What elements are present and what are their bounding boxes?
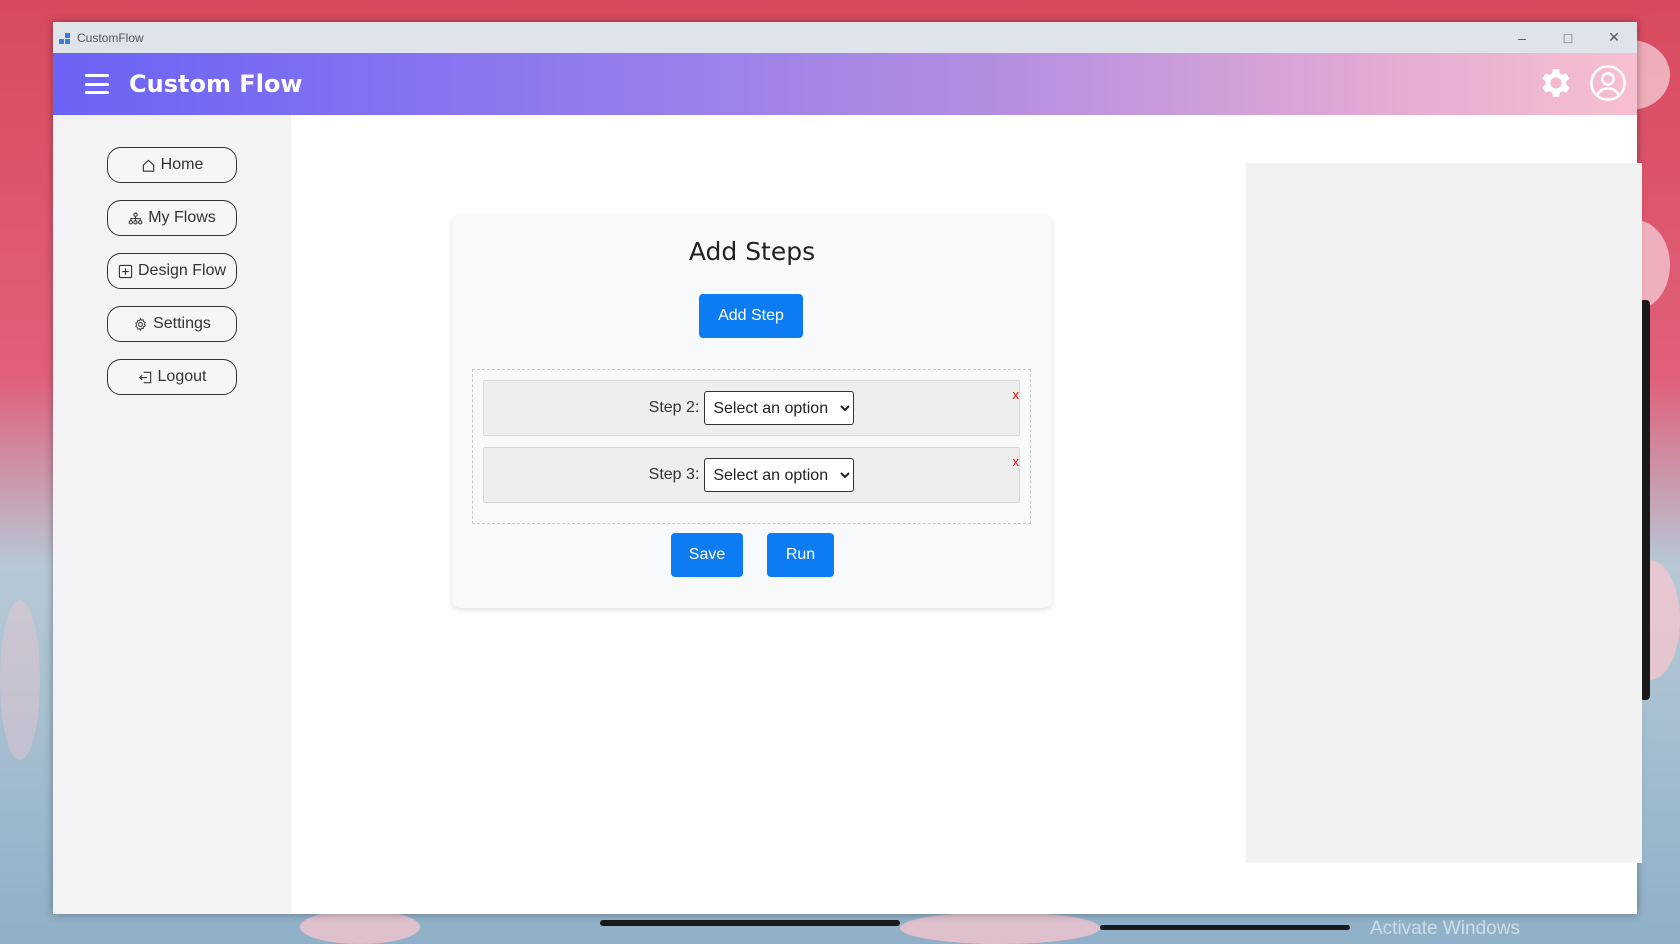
app-logo-icon xyxy=(59,32,71,44)
app-header: Custom Flow xyxy=(53,53,1637,115)
sidebar: Home My Flows Design Flow Settings Logou… xyxy=(53,115,291,914)
sidebar-item-home[interactable]: Home xyxy=(107,147,237,183)
preview-panel xyxy=(1246,163,1642,863)
home-icon xyxy=(142,159,154,172)
gear-icon xyxy=(135,316,146,332)
account-icon[interactable] xyxy=(1589,64,1627,102)
step-row: Step 2: Select an option x xyxy=(483,380,1020,436)
close-icon[interactable]: ✕ xyxy=(1591,22,1637,53)
step-row: Step 3: Select an option x xyxy=(483,447,1020,503)
maximize-icon[interactable]: □ xyxy=(1545,22,1591,53)
window-title: CustomFlow xyxy=(77,30,144,45)
card-title: Add Steps xyxy=(688,237,816,266)
sidebar-item-logout[interactable]: Logout xyxy=(107,359,237,395)
add-steps-card: Add Steps Add Step Step 2: Select an opt… xyxy=(452,215,1052,608)
step-select[interactable]: Select an option xyxy=(704,391,855,425)
app-title: Custom Flow xyxy=(129,70,303,98)
sidebar-item-label: Settings xyxy=(153,315,211,332)
remove-step-button[interactable]: x xyxy=(1013,387,1020,402)
sidebar-item-label: My Flows xyxy=(148,209,216,226)
step-label: Step 3: xyxy=(648,466,700,483)
settings-icon[interactable] xyxy=(1537,64,1575,102)
step-label: Step 2: xyxy=(648,399,700,416)
minimize-icon[interactable]: – xyxy=(1499,22,1545,53)
app-window: CustomFlow – □ ✕ Custom Flow Home My Flo… xyxy=(53,22,1642,914)
flows-icon xyxy=(128,212,143,224)
activate-windows-watermark: Activate Windows xyxy=(1370,918,1520,939)
remove-step-button[interactable]: x xyxy=(1013,454,1020,469)
hamburger-menu-icon[interactable] xyxy=(85,74,109,94)
sidebar-item-label: Design Flow xyxy=(137,262,227,279)
save-button[interactable]: Save xyxy=(671,533,743,577)
step-select[interactable]: Select an option xyxy=(704,458,855,492)
run-button[interactable]: Run xyxy=(767,533,834,577)
sidebar-item-label: Home xyxy=(160,156,204,173)
plus-box-icon xyxy=(118,264,133,278)
logout-icon xyxy=(138,371,151,383)
sidebar-item-design-flow[interactable]: Design Flow xyxy=(107,253,237,289)
sidebar-item-my-flows[interactable]: My Flows xyxy=(107,200,237,236)
sidebar-item-settings[interactable]: Settings xyxy=(107,306,237,342)
window-titlebar: CustomFlow – □ ✕ xyxy=(53,22,1637,53)
add-step-button[interactable]: Add Step xyxy=(699,294,803,338)
sidebar-item-label: Logout xyxy=(157,368,207,385)
main-content: Add Steps Add Step Step 2: Select an opt… xyxy=(291,115,1642,914)
steps-container: Step 2: Select an option x Step 3: Selec… xyxy=(472,369,1031,524)
